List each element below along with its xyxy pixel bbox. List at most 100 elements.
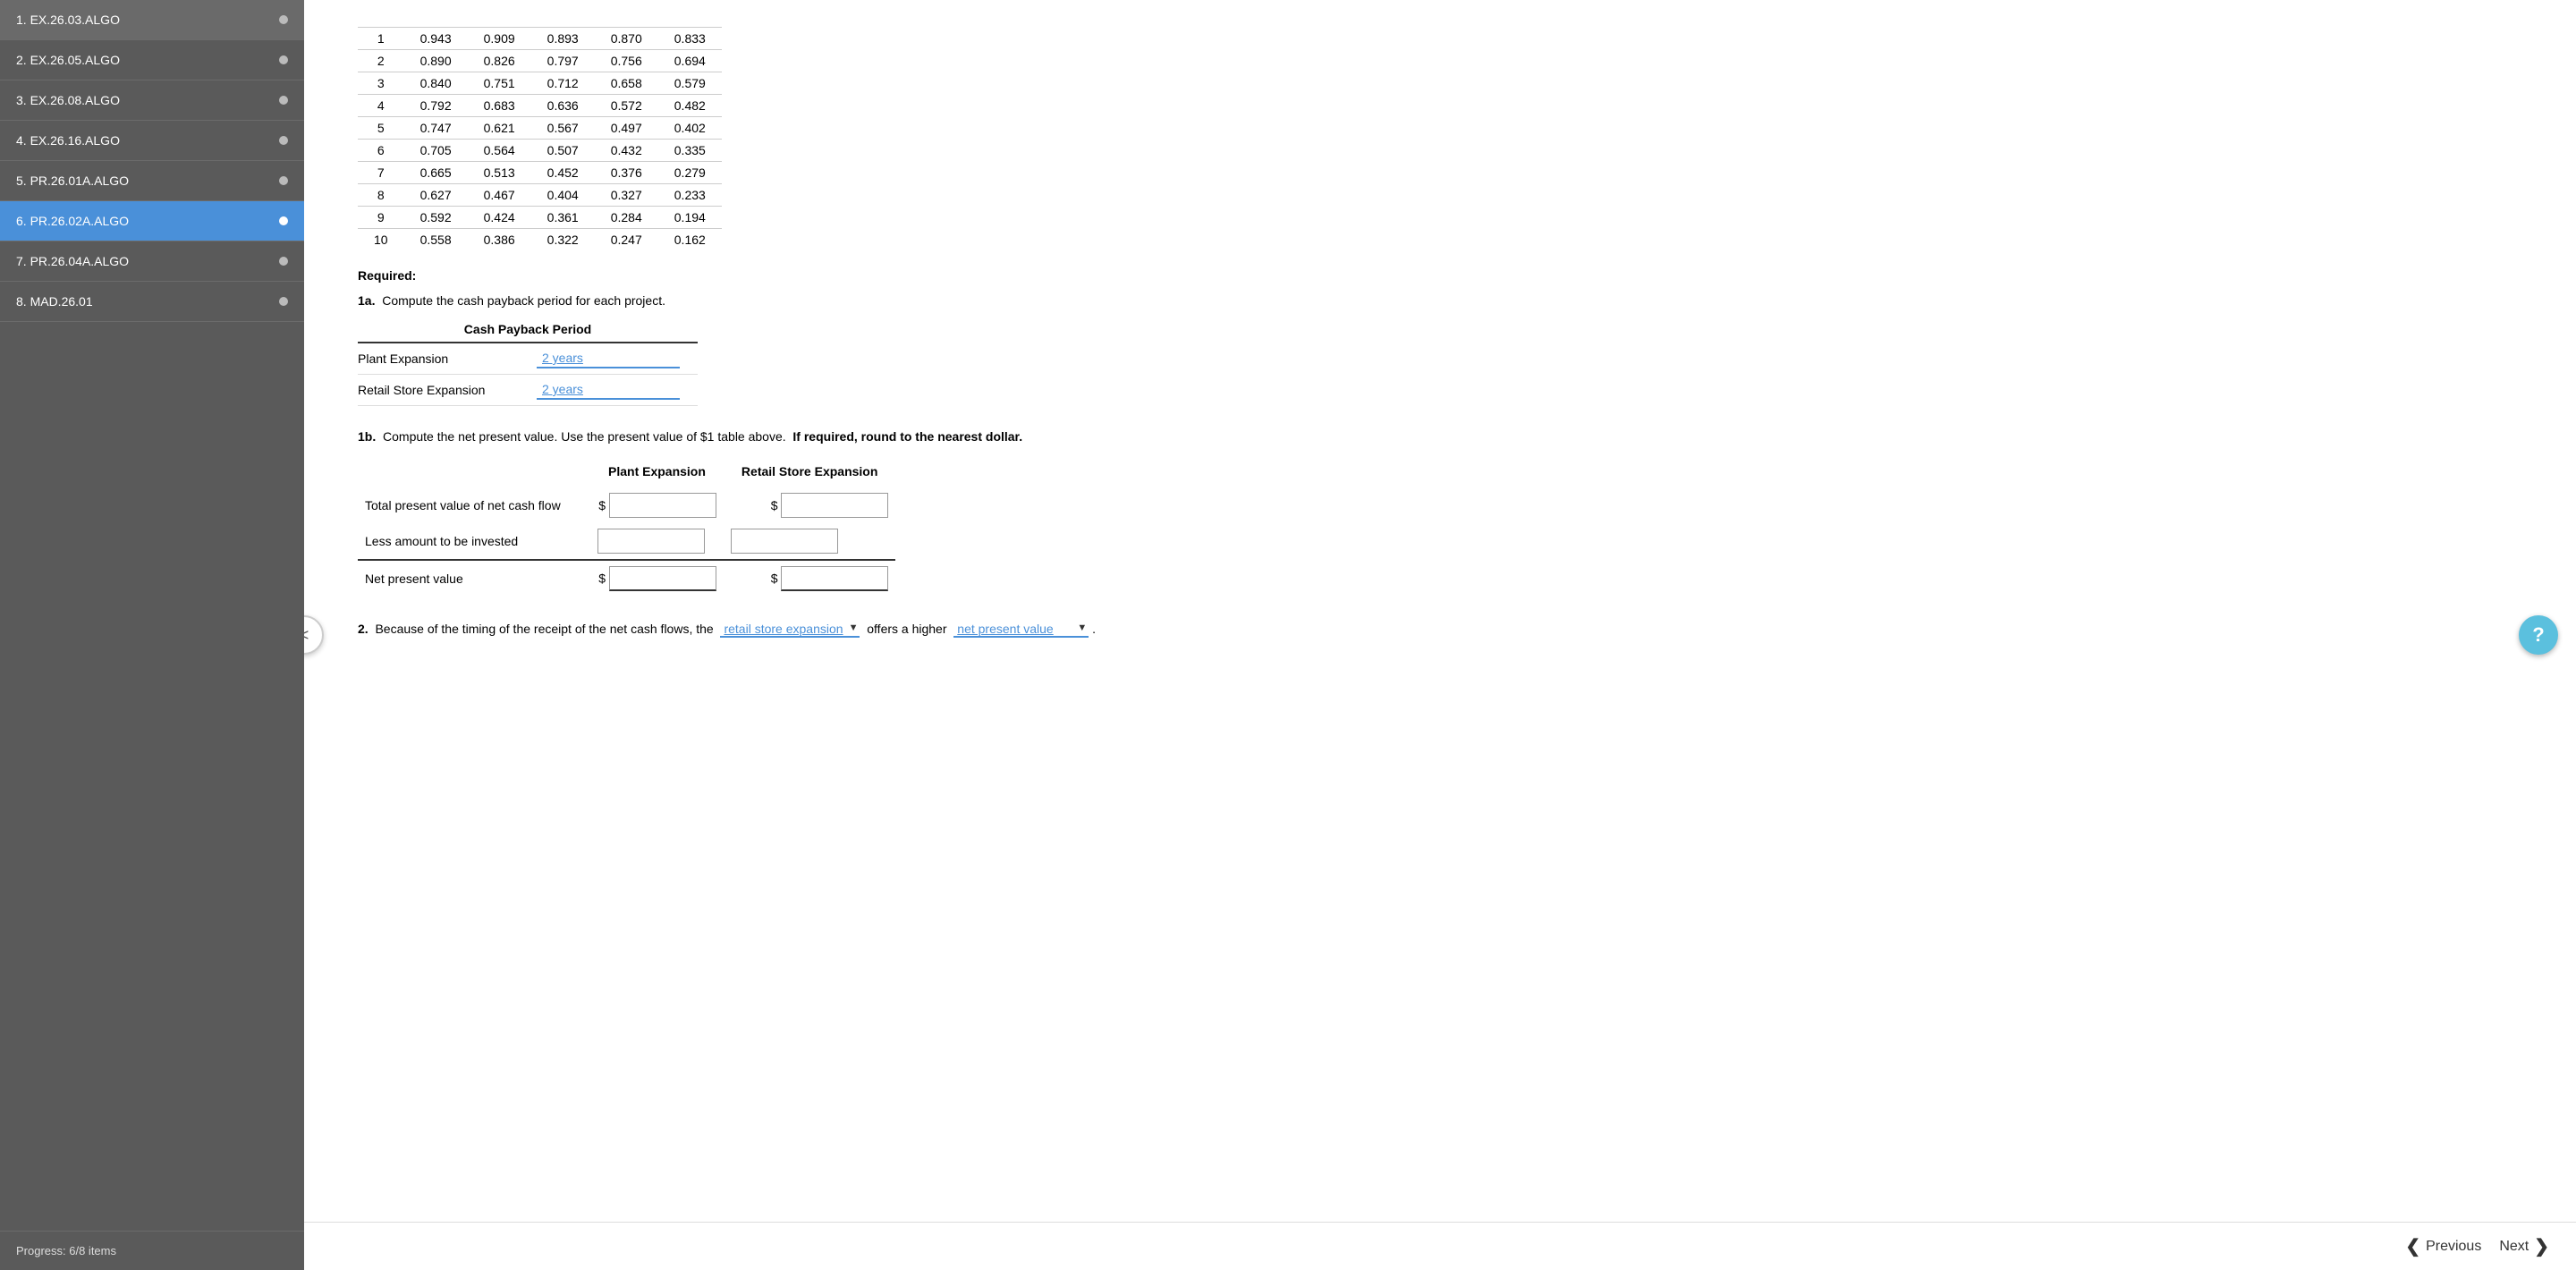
sidebar-item-label: 8. MAD.26.01 [16, 294, 93, 309]
sidebar-item-ex-26-16[interactable]: 4. EX.26.16.ALGO [0, 121, 304, 161]
sidebar-item-label: 4. EX.26.16.ALGO [16, 133, 120, 148]
sidebar-item-mad-26-01[interactable]: 8. MAD.26.01 [0, 282, 304, 322]
pv-cell-10: 0.870 [595, 28, 658, 50]
npv-row3-input2[interactable] [781, 566, 888, 591]
npv-row2-input1[interactable] [597, 529, 705, 554]
q1b-bold: If required, round to the nearest dollar… [792, 429, 1022, 444]
cash-payback-section: Cash Payback Period Plant Expansion 2 ye… [358, 322, 2531, 406]
pv-cell-9: 0.712 [531, 72, 595, 95]
table-row: 4 0.792 0.683 0.636 0.572 0.482 [358, 95, 722, 117]
progress-label: Progress: 6/8 items [0, 1231, 304, 1270]
pv-cell-8: 0.467 [468, 184, 531, 207]
npv-row1-input1[interactable] [609, 493, 716, 518]
sidebar-item-dot [279, 176, 288, 185]
main-content-wrapper: < 1 0.943 0.909 0.893 0.870 0.833 2 0.89… [304, 0, 2576, 1270]
q2-text-middle: offers a higher [867, 622, 946, 636]
q2-dropdown2[interactable]: net present valuecash payback period [953, 622, 1089, 636]
question-1a: 1a. Compute the cash payback period for … [358, 293, 2531, 308]
q2-dropdown1[interactable]: retail store expansionplant expansion [720, 622, 860, 636]
pv-cell-10: 0.658 [595, 72, 658, 95]
sidebar: 1. EX.26.03.ALGO 2. EX.26.05.ALGO 3. EX.26… [0, 0, 304, 1270]
npv-row1-dollar2: $ [724, 487, 895, 523]
sidebar-item-dot [279, 96, 288, 105]
npv-row3-label: Net present value [358, 560, 590, 597]
npv-row3-input1[interactable] [609, 566, 716, 591]
sidebar-item-label: 5. PR.26.01A.ALGO [16, 174, 129, 188]
next-label: Next [2499, 1239, 2529, 1255]
pv-cell-12: 0.194 [658, 207, 722, 229]
sidebar-item-dot [279, 297, 288, 306]
q1b-num: 1b. [358, 429, 376, 444]
npv-table: Plant Expansion Retail Store Expansion T… [358, 461, 895, 597]
sidebar-item-pr-26-02a[interactable]: 6. PR.26.02A.ALGO [0, 201, 304, 241]
cpb-retail-label: Retail Store Expansion [358, 383, 537, 397]
help-button[interactable]: ? [2519, 615, 2558, 655]
q2-dropdown2-wrapper[interactable]: net present valuecash payback period ▼ [953, 622, 1089, 638]
pv-cell-9: 0.404 [531, 184, 595, 207]
year-cell: 3 [358, 72, 404, 95]
pv-cell-8: 0.513 [468, 162, 531, 184]
sidebar-item-label: 2. EX.26.05.ALGO [16, 53, 120, 67]
year-cell: 10 [358, 229, 404, 251]
sidebar-item-dot [279, 257, 288, 266]
pv-cell-10: 0.376 [595, 162, 658, 184]
pv-cell-6: 0.665 [404, 162, 468, 184]
pv-cell-6: 0.705 [404, 140, 468, 162]
year-cell: 8 [358, 184, 404, 207]
npv-row2-cell2 [724, 523, 895, 560]
q1b-text: Compute the net present value. Use the p… [383, 429, 786, 444]
pv-cell-6: 0.840 [404, 72, 468, 95]
pv-cell-6: 0.747 [404, 117, 468, 140]
year-cell: 2 [358, 50, 404, 72]
npv-row3-dollar2: $ [724, 560, 895, 597]
sidebar-item-dot [279, 216, 288, 225]
table-row: 6 0.705 0.564 0.507 0.432 0.335 [358, 140, 722, 162]
cpb-plant-row: Plant Expansion 2 years [358, 343, 698, 375]
cpb-retail-row: Retail Store Expansion 2 years [358, 375, 698, 406]
npv-row1-input2[interactable] [781, 493, 888, 518]
sidebar-item-ex-26-03[interactable]: 1. EX.26.03.ALGO [0, 0, 304, 40]
previous-chevron-icon: ❮ [2405, 1235, 2420, 1257]
sidebar-item-ex-26-05[interactable]: 2. EX.26.05.ALGO [0, 40, 304, 80]
npv-col1-header: Plant Expansion [590, 461, 724, 487]
pv-cell-6: 0.890 [404, 50, 468, 72]
npv-row2-input2[interactable] [731, 529, 838, 554]
sidebar-item-pr-26-04a[interactable]: 7. PR.26.04A.ALGO [0, 241, 304, 282]
q2-text-after: . [1092, 622, 1096, 636]
pv-cell-9: 0.361 [531, 207, 595, 229]
sidebar-item-label: 3. EX.26.08.ALGO [16, 93, 120, 107]
cpb-header: Cash Payback Period [358, 322, 698, 343]
cpb-retail-value[interactable]: 2 years [537, 380, 589, 398]
cpb-plant-input-wrapper: 2 years [537, 349, 680, 368]
previous-button[interactable]: ❮ Previous [2405, 1235, 2481, 1257]
table-row: 9 0.592 0.424 0.361 0.284 0.194 [358, 207, 722, 229]
q2-dropdown1-wrapper[interactable]: retail store expansionplant expansion ▼ [720, 622, 860, 638]
pv-cell-12: 0.335 [658, 140, 722, 162]
pv-cell-12: 0.833 [658, 28, 722, 50]
sidebar-item-ex-26-08[interactable]: 3. EX.26.08.ALGO [0, 80, 304, 121]
help-icon: ? [2532, 623, 2544, 647]
sidebar-item-pr-26-01a[interactable]: 5. PR.26.01A.ALGO [0, 161, 304, 201]
pv-cell-6: 0.558 [404, 229, 468, 251]
pv-cell-9: 0.797 [531, 50, 595, 72]
pv-cell-6: 0.592 [404, 207, 468, 229]
table-row: 8 0.627 0.467 0.404 0.327 0.233 [358, 184, 722, 207]
sidebar-items-container: 1. EX.26.03.ALGO 2. EX.26.05.ALGO 3. EX.26… [0, 0, 304, 322]
pv-cell-6: 0.627 [404, 184, 468, 207]
npv-row3-dollar1: $ [590, 560, 724, 597]
npv-col2-header: Retail Store Expansion [724, 461, 895, 487]
next-button[interactable]: Next ❯ [2499, 1235, 2549, 1257]
cpb-plant-value[interactable]: 2 years [537, 349, 589, 367]
npv-row2: Less amount to be invested [358, 523, 895, 560]
pv-cell-10: 0.497 [595, 117, 658, 140]
npv-row1-dollar1: $ [590, 487, 724, 523]
pv-cell-9: 0.893 [531, 28, 595, 50]
year-cell: 1 [358, 28, 404, 50]
pv-cell-8: 0.909 [468, 28, 531, 50]
navigation-bar: ❮ Previous Next ❯ [304, 1222, 2576, 1270]
pv-cell-6: 0.792 [404, 95, 468, 117]
pv-cell-12: 0.162 [658, 229, 722, 251]
table-row: 3 0.840 0.751 0.712 0.658 0.579 [358, 72, 722, 95]
pv-cell-9: 0.567 [531, 117, 595, 140]
npv-row1-label: Total present value of net cash flow [358, 487, 590, 523]
